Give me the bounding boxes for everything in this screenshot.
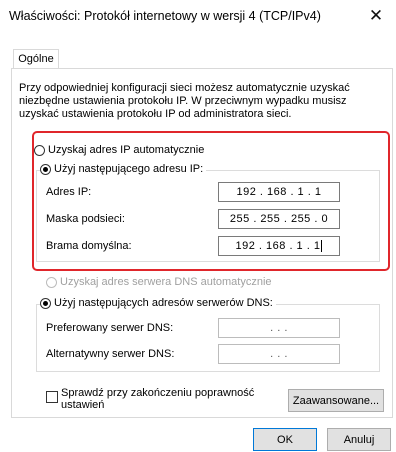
ip-manual-radio[interactable]: Użyj następującego adresu IP: xyxy=(40,163,207,175)
default-gateway-value: 192 . 168 . 1 . 1 xyxy=(235,240,321,252)
preferred-dns-label: Preferowany serwer DNS: xyxy=(46,322,174,334)
tab-general[interactable]: Ogólne xyxy=(13,49,59,68)
radio-circle-icon xyxy=(46,276,57,288)
ok-button[interactable]: OK xyxy=(253,428,317,451)
default-gateway-label: Brama domyślna: xyxy=(46,240,132,252)
dns-manual-radio-label: Użyj następujących adresów serwerów DNS: xyxy=(54,297,273,309)
subnet-mask-label: Maska podsieci: xyxy=(46,213,125,225)
cancel-button[interactable]: Anuluj xyxy=(327,428,391,451)
tab-row: Ogólne xyxy=(0,49,396,69)
radio-selected-icon xyxy=(40,297,51,309)
validate-checkbox-label[interactable]: Sprawdź przy zakończeniu poprawność usta… xyxy=(61,387,266,411)
ip-manual-radio-label: Użyj następującego adresu IP: xyxy=(54,163,204,175)
close-icon[interactable]: ✕ xyxy=(356,0,396,32)
ip-address-label: Adres IP: xyxy=(46,186,92,198)
title-bar: Właściwości: Protokół internetowy w wers… xyxy=(0,0,396,32)
ip-address-input[interactable]: 192 . 168 . 1 . 1 xyxy=(218,182,340,202)
preferred-dns-input[interactable]: . . . xyxy=(218,318,340,338)
dns-manual-radio[interactable]: Użyj następujących adresów serwerów DNS: xyxy=(40,297,276,309)
dns-auto-radio-label: Uzyskaj adres serwera DNS automatycznie xyxy=(60,276,272,288)
subnet-mask-input[interactable]: 255 . 255 . 255 . 0 xyxy=(218,209,340,229)
text-caret-icon xyxy=(321,240,323,252)
alternate-dns-label: Alternatywny serwer DNS: xyxy=(46,348,175,360)
window-title: Właściwości: Protokół internetowy w wers… xyxy=(9,9,321,23)
description-text: Przy odpowiedniej konfiguracji sieci moż… xyxy=(19,82,350,120)
validate-checkbox[interactable] xyxy=(46,391,58,403)
advanced-button[interactable]: Zaawansowane... xyxy=(288,389,384,412)
default-gateway-input[interactable]: 192 . 168 . 1 . 1 xyxy=(218,236,340,256)
radio-selected-icon xyxy=(40,163,51,175)
dns-auto-radio[interactable]: Uzyskaj adres serwera DNS automatycznie xyxy=(46,276,272,288)
alternate-dns-input[interactable]: . . . xyxy=(218,344,340,364)
